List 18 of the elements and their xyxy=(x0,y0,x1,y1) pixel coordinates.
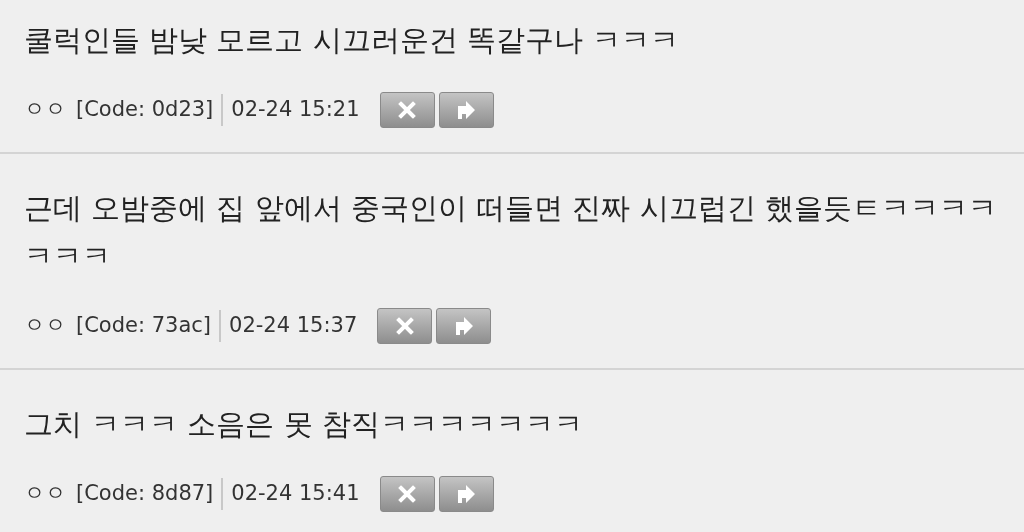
author-name: ㅇㅇ xyxy=(24,96,66,124)
user-code: [Code: 8d87] xyxy=(76,480,214,508)
timestamp: 02-24 15:41 xyxy=(231,480,360,508)
user-code: [Code: 0d23] xyxy=(76,96,214,124)
author-name: ㅇㅇ xyxy=(24,312,66,340)
author-name: ㅇㅇ xyxy=(24,480,66,508)
user-code: [Code: 73ac] xyxy=(76,312,212,340)
reply-button[interactable] xyxy=(438,92,494,128)
comment-text: 근데 오밤중에 집 앞에서 중국인이 떠들면 진짜 시끄럽긴 했을듯ㅌㅋㅋㅋㅋㅋㅋㅋ xyxy=(24,190,998,275)
reply-button[interactable] xyxy=(436,308,492,344)
timestamp: 02-24 15:21 xyxy=(231,96,360,124)
delete-button[interactable] xyxy=(379,476,435,512)
delete-button[interactable] xyxy=(379,92,435,128)
timestamp: 02-24 15:37 xyxy=(229,312,358,340)
delete-button[interactable] xyxy=(377,308,433,344)
comment-text: 그치 ㅋㅋㅋ 소음은 못 참직ㅋㅋㅋㅋㅋㅋㅋ xyxy=(24,406,584,443)
comment-text: 쿨럭인들 밤낮 모르고 시끄러운건 똑같구나 ㅋㅋㅋ xyxy=(24,22,681,59)
reply-button[interactable] xyxy=(438,476,494,512)
